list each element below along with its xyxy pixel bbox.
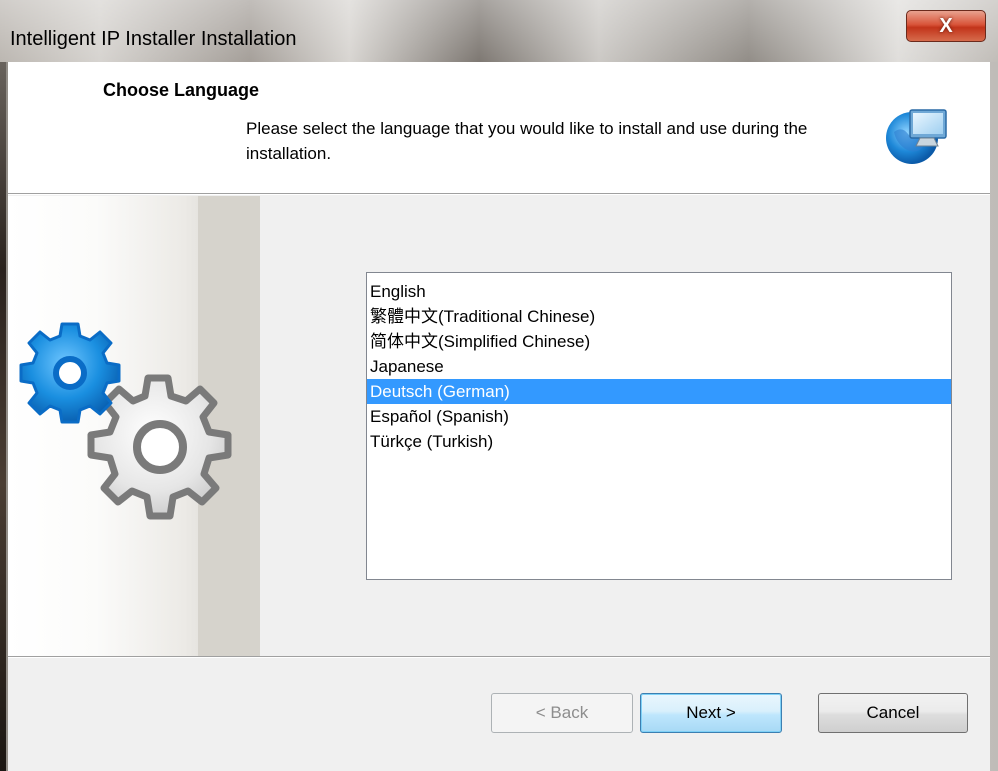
window-title: Intelligent IP Installer Installation <box>10 28 297 50</box>
header-panel: Choose Language Please select the langua… <box>8 62 990 195</box>
close-icon: X <box>939 14 953 37</box>
language-option-simplified-chinese[interactable]: 简体中文(Simplified Chinese) <box>367 329 951 354</box>
language-option-spanish[interactable]: Español (Spanish) <box>367 404 951 429</box>
language-listbox[interactable]: English 繁體中文(Traditional Chinese) 简体中文(S… <box>366 272 952 580</box>
language-option-japanese[interactable]: Japanese <box>367 354 951 379</box>
close-button[interactable]: X <box>906 10 986 42</box>
desktop-background-strip <box>0 54 6 771</box>
title-bar[interactable]: Intelligent IP Installer Installation X <box>0 0 998 62</box>
back-button[interactable]: < Back <box>491 693 633 733</box>
language-option-german[interactable]: Deutsch (German) <box>367 379 951 404</box>
side-decoration-panel <box>8 196 260 656</box>
next-button[interactable]: Next > <box>640 693 782 733</box>
gears-icon <box>19 322 232 520</box>
computer-globe-icon <box>886 109 947 164</box>
language-option-english[interactable]: English <box>367 279 951 304</box>
page-title: Choose Language <box>103 80 260 100</box>
page-description: Please select the language that you woul… <box>246 119 808 163</box>
cancel-button[interactable]: Cancel <box>818 693 968 733</box>
language-option-turkish[interactable]: Türkçe (Turkish) <box>367 429 951 454</box>
installer-window: Intelligent IP Installer Installation X … <box>0 0 998 771</box>
dialog-client-area: Choose Language Please select the langua… <box>8 62 990 771</box>
language-option-traditional-chinese[interactable]: 繁體中文(Traditional Chinese) <box>367 304 951 329</box>
footer-divider <box>8 656 990 658</box>
